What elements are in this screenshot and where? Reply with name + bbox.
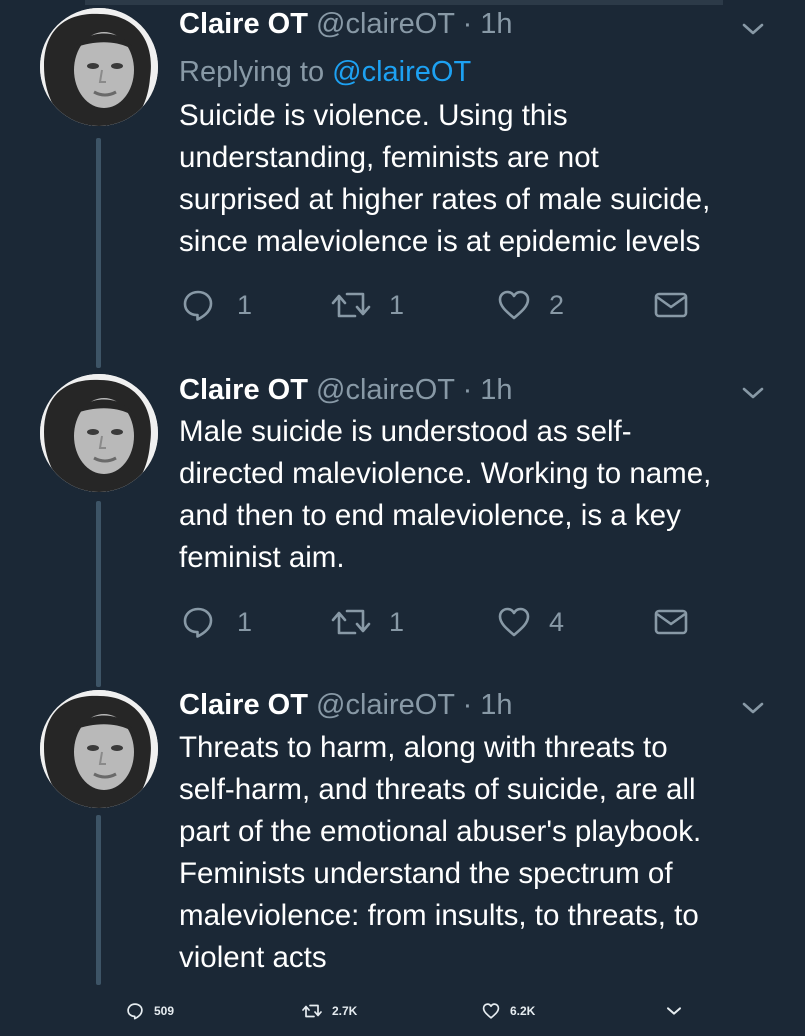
chevron-down-icon[interactable] <box>738 14 768 44</box>
tweet-text-line: violent acts <box>179 941 327 974</box>
avatar[interactable] <box>40 8 158 126</box>
tweet-text: Male suicide is understood as self- dire… <box>179 411 779 579</box>
tweet-text: Threats to harm, along with threats to s… <box>179 727 779 979</box>
avatar[interactable] <box>40 374 158 492</box>
tweet-text-line: feminist aim. <box>179 541 345 574</box>
tweet-text-line: Male suicide is understood as self- <box>179 415 632 448</box>
thread-connector <box>96 815 101 985</box>
reply-button[interactable]: 1 <box>181 285 252 325</box>
display-name[interactable]: Claire OT <box>179 374 308 406</box>
tweet-text-line: self-harm, and threats of suicide, are a… <box>179 773 696 806</box>
tweet-text-line: Threats to harm, along with threats to <box>179 731 668 764</box>
tweet-header: Claire OT @claireOT · 1h <box>179 4 513 44</box>
separator: · <box>462 689 473 721</box>
separator: · <box>462 374 473 406</box>
timestamp[interactable]: 1h <box>480 374 512 406</box>
user-handle[interactable]: @claireOT <box>316 8 455 40</box>
tweet-text-line: understanding, feminists are not <box>179 141 599 174</box>
retweet-count: 1 <box>389 606 405 637</box>
tweet-text-line: maleviolence: from insults, to threats, … <box>179 899 699 932</box>
retweet-icon <box>331 288 371 322</box>
footer-reply-count: 509 <box>154 1004 175 1018</box>
chevron-down-icon[interactable] <box>738 693 768 723</box>
tweet-text-line: surprised at higher rates of male suicid… <box>179 183 711 216</box>
user-handle[interactable]: @claireOT <box>316 689 455 721</box>
retweet-icon <box>302 1002 332 1020</box>
tweet-text-line: Suicide is violence. Using this <box>179 99 568 132</box>
reply-icon <box>126 1002 154 1020</box>
tweet-text-line: and then to end maleviolence, is a key <box>179 499 681 532</box>
like-count: 2 <box>549 289 565 320</box>
display-name[interactable]: Claire OT <box>179 689 308 721</box>
retweet-button[interactable]: 1 <box>331 602 404 642</box>
tweet-text-line: part of the emotional abuser's playbook. <box>179 815 702 848</box>
retweet-button[interactable]: 1 <box>331 285 404 325</box>
message-button[interactable] <box>653 285 689 325</box>
like-icon <box>497 288 531 322</box>
reply-icon <box>181 605 215 639</box>
replying-prefix: Replying to <box>179 56 325 88</box>
retweet-icon <box>331 605 371 639</box>
replying-to: Replying to @claireOT <box>179 52 471 92</box>
reply-count: 1 <box>237 289 253 320</box>
tweet-text-line: since maleviolence is at epidemic levels <box>179 225 701 258</box>
avatar[interactable] <box>40 690 158 808</box>
user-handle[interactable]: @claireOT <box>316 374 455 406</box>
like-icon <box>497 605 531 639</box>
chevron-down-icon[interactable] <box>664 999 694 1023</box>
footer-like-count: 6.2K <box>510 1004 536 1018</box>
chevron-down-icon[interactable] <box>738 378 768 408</box>
like-button[interactable]: 4 <box>497 602 564 642</box>
tweet-thread: Claire OT @claireOT · 1h Replying to @cl… <box>0 0 805 1036</box>
tweet-actions: 1 1 2 <box>179 285 699 325</box>
tweet-header: Claire OT @claireOT · 1h <box>179 685 513 725</box>
message-button[interactable] <box>653 602 689 642</box>
timestamp[interactable]: 1h <box>480 689 512 721</box>
separator: · <box>462 8 473 40</box>
thread-connector <box>96 501 101 687</box>
tweet-text: Suicide is violence. Using this understa… <box>179 95 779 263</box>
footer-likes[interactable]: 6.2K <box>482 999 535 1023</box>
like-icon <box>482 1002 510 1020</box>
timestamp[interactable]: 1h <box>480 8 512 40</box>
reply-icon <box>181 288 215 322</box>
message-icon <box>653 290 689 320</box>
retweet-count: 1 <box>389 289 405 320</box>
tweet-text-line: directed maleviolence. Working to name, <box>179 457 712 490</box>
reply-button[interactable]: 1 <box>181 602 252 642</box>
like-button[interactable]: 2 <box>497 285 564 325</box>
message-icon <box>653 607 689 637</box>
tweet-text-line: Feminists understand the spectrum of <box>179 857 673 890</box>
tweet-actions: 1 1 4 <box>179 602 699 642</box>
footer-retweets[interactable]: 2.7K <box>302 999 357 1023</box>
display-name[interactable]: Claire OT <box>179 8 308 40</box>
like-count: 4 <box>549 606 565 637</box>
tweet-header: Claire OT @claireOT · 1h <box>179 370 513 410</box>
reply-count: 1 <box>237 606 253 637</box>
engagement-footer: 509 2.7K 6.2K <box>0 985 805 1036</box>
footer-retweet-count: 2.7K <box>332 1004 358 1018</box>
thread-connector <box>96 138 101 368</box>
footer-replies[interactable]: 509 <box>126 999 174 1023</box>
reply-mention-link[interactable]: @claireOT <box>332 56 471 88</box>
